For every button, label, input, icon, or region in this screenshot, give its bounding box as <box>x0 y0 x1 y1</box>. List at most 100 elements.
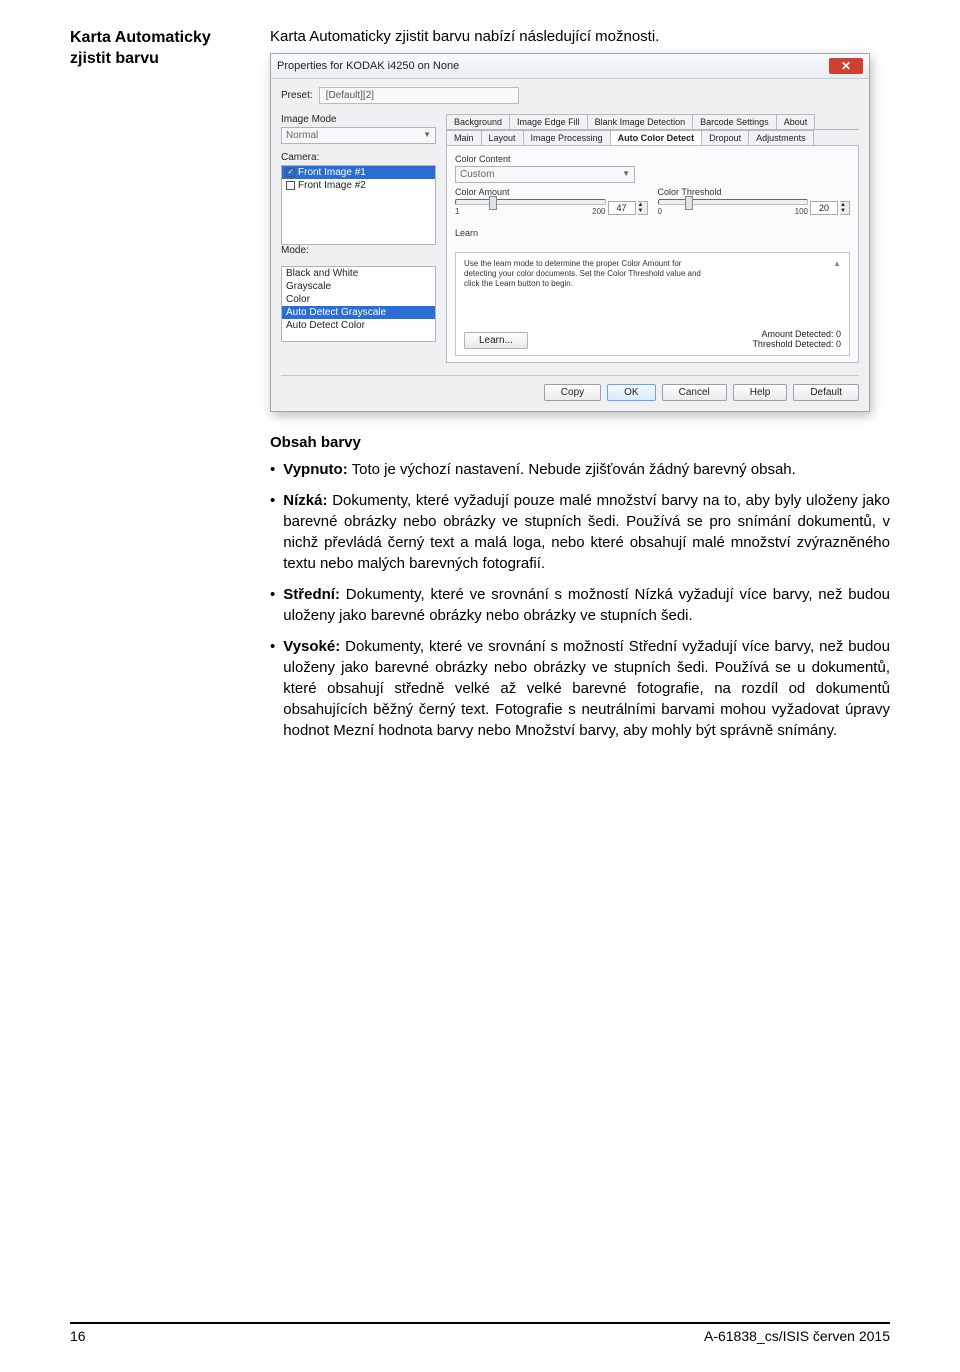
learn-text: Use the learn mode to determine the prop… <box>464 259 704 289</box>
color-threshold-block: Color Threshold 0100 20 ▲▼ <box>658 187 851 216</box>
learn-box: Use the learn mode to determine the prop… <box>455 252 850 356</box>
color-amount-value[interactable]: 47 <box>608 201 636 215</box>
bullet-text: Dokumenty, které ve srovnání s možností … <box>283 586 890 624</box>
color-amount-slider[interactable] <box>455 199 606 205</box>
camera-label: Camera: <box>281 152 436 163</box>
list-item[interactable]: Black and White <box>282 267 435 280</box>
image-mode-combo[interactable]: Normal ▼ <box>281 127 436 144</box>
doc-reference: A-61838_cs/ISIS červen 2015 <box>704 1328 890 1344</box>
bullet-lead: Vysoké: <box>283 638 340 655</box>
slider-min: 1 <box>455 207 459 216</box>
slider-max: 100 <box>795 207 808 216</box>
learn-label: Learn <box>455 228 850 238</box>
dialog-button-row: Copy OK Cancel Help Default <box>281 375 859 401</box>
chevron-down-icon: ▼ <box>622 169 630 180</box>
list-item[interactable]: Front Image #2 <box>282 179 435 192</box>
tab-image-processing[interactable]: Image Processing <box>523 130 611 145</box>
color-amount-block: Color Amount 1 200 47 ▲▼ <box>455 187 648 216</box>
body-heading: Obsah barvy <box>270 432 890 453</box>
tab-image-edge-fill[interactable]: Image Edge Fill <box>509 114 588 129</box>
tab-auto-color-detect[interactable]: Auto Color Detect <box>610 130 703 145</box>
bullet-item: • Střední: Dokumenty, které ve srovnání … <box>270 584 890 626</box>
bullet-item: • Vypnuto: Toto je výchozí nastavení. Ne… <box>270 459 890 480</box>
bullet-lead: Vypnuto: <box>283 461 347 478</box>
dialog-left-column: Image Mode Normal ▼ Camera: ✓Front Image… <box>281 114 436 363</box>
preset-field[interactable]: [Default][2] <box>319 87 519 104</box>
dialog-right-column: Background Image Edge Fill Blank Image D… <box>446 114 859 363</box>
body-text: Obsah barvy • Vypnuto: Toto je výchozí n… <box>70 432 890 741</box>
slider-max: 200 <box>592 207 605 216</box>
bullet-lead: Střední: <box>283 586 340 603</box>
tab-barcode-settings[interactable]: Barcode Settings <box>692 114 777 129</box>
close-icon[interactable]: ✕ <box>829 58 863 74</box>
bullet-item: • Nízká: Dokumenty, které vyžadují pouze… <box>270 490 890 574</box>
bullet-icon: • <box>270 459 275 480</box>
list-item[interactable]: Color <box>282 293 435 306</box>
section-heading: Karta Automaticky zjistit barvu <box>70 28 250 412</box>
preset-row: Preset: [Default][2] <box>281 87 859 104</box>
color-threshold-value[interactable]: 20 <box>810 201 838 215</box>
dialog-titlebar: Properties for KODAK i4250 on None ✕ <box>271 54 869 79</box>
learn-bottom: Learn... Amount Detected: 0 Threshold De… <box>464 329 841 349</box>
color-content-value: Custom <box>460 169 494 180</box>
tabs-row-1: Background Image Edge Fill Blank Image D… <box>446 114 859 130</box>
preset-label: Preset: <box>281 90 313 101</box>
page-number: 16 <box>70 1328 86 1344</box>
tab-about[interactable]: About <box>776 114 816 129</box>
color-amount-label: Color Amount <box>455 187 648 197</box>
bullet-icon: • <box>270 636 275 741</box>
chevron-down-icon: ▼ <box>423 130 431 141</box>
amount-detected: Amount Detected: 0 <box>752 329 841 339</box>
bullet-icon: • <box>270 490 275 574</box>
bullet-item: • Vysoké: Dokumenty, které ve srovnání s… <box>270 636 890 741</box>
mode-listbox[interactable]: Black and White Grayscale Color Auto Det… <box>281 266 436 342</box>
learn-button[interactable]: Learn... <box>464 332 528 349</box>
main-column: Karta Automaticky zjistit barvu nabízí n… <box>270 28 890 412</box>
copy-button[interactable]: Copy <box>544 384 601 401</box>
image-mode-value: Normal <box>286 130 318 141</box>
list-item-label: Front Image #2 <box>298 180 366 191</box>
top-row: Karta Automaticky zjistit barvu Karta Au… <box>70 28 890 412</box>
slider-min: 0 <box>658 207 662 216</box>
bullet-icon: • <box>270 584 275 626</box>
cancel-button[interactable]: Cancel <box>662 384 727 401</box>
list-item[interactable]: Auto Detect Grayscale <box>282 306 435 319</box>
ok-button[interactable]: OK <box>607 384 655 401</box>
color-threshold-slider[interactable] <box>658 199 809 205</box>
page-footer: 16 A-61838_cs/ISIS červen 2015 <box>70 1322 890 1344</box>
dialog-midrow: Image Mode Normal ▼ Camera: ✓Front Image… <box>281 114 859 363</box>
help-button[interactable]: Help <box>733 384 788 401</box>
page: Karta Automaticky zjistit barvu Karta Au… <box>0 0 960 1372</box>
sliders-row: Color Amount 1200 47 ▲▼ <box>455 187 850 216</box>
auto-color-detect-pane: Color Content Custom ▼ Color Amount <box>446 146 859 363</box>
dialog-title: Properties for KODAK i4250 on None <box>277 60 459 72</box>
bullet-text: Toto je výchozí nastavení. Nebude zjišťo… <box>348 461 796 478</box>
tab-adjustments[interactable]: Adjustments <box>748 130 814 145</box>
color-content-combo[interactable]: Custom ▼ <box>455 166 635 183</box>
list-item[interactable]: Auto Detect Color <box>282 319 435 332</box>
spinner[interactable]: ▲▼ <box>638 201 648 215</box>
tab-blank-image-detection[interactable]: Blank Image Detection <box>587 114 694 129</box>
default-button[interactable]: Default <box>793 384 859 401</box>
spinner[interactable]: ▲▼ <box>840 201 850 215</box>
checkbox-icon <box>286 181 295 190</box>
image-mode-label: Image Mode <box>281 114 436 125</box>
camera-listbox[interactable]: ✓Front Image #1 Front Image #2 <box>281 165 436 245</box>
list-item-label: Front Image #1 <box>298 167 366 178</box>
bullet-text: Dokumenty, které vyžadují pouze malé mno… <box>283 492 890 572</box>
threshold-detected: Threshold Detected: 0 <box>752 339 841 349</box>
tab-layout[interactable]: Layout <box>481 130 524 145</box>
tab-main[interactable]: Main <box>446 130 482 145</box>
intro-text: Karta Automaticky zjistit barvu nabízí n… <box>270 28 890 45</box>
checkbox-icon: ✓ <box>286 168 295 177</box>
bullet-text: Dokumenty, které ve srovnání s možností … <box>283 638 890 739</box>
list-item[interactable]: Grayscale <box>282 280 435 293</box>
list-item[interactable]: ✓Front Image #1 <box>282 166 435 179</box>
bullet-lead: Nízká: <box>283 492 327 509</box>
mode-label: Mode: <box>281 245 436 256</box>
properties-dialog: Properties for KODAK i4250 on None ✕ Pre… <box>270 53 870 412</box>
scroll-up-icon[interactable]: ▲ <box>833 259 841 289</box>
tab-background[interactable]: Background <box>446 114 510 129</box>
tab-dropout[interactable]: Dropout <box>701 130 749 145</box>
color-content-label: Color Content <box>455 154 850 164</box>
